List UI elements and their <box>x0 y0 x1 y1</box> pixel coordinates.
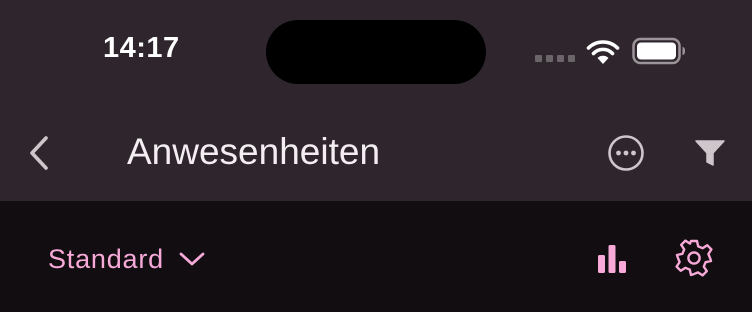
ellipsis-circle-icon[interactable] <box>606 133 646 173</box>
cellular-signal-icon <box>535 55 575 62</box>
view-select[interactable]: Standard <box>48 241 206 277</box>
bar-chart-icon[interactable] <box>596 243 628 275</box>
top-bar: 14:17 Anwesenheiten <box>0 0 752 201</box>
wifi-icon <box>586 40 620 64</box>
battery-icon <box>632 37 685 65</box>
toolbar: Standard <box>0 201 752 312</box>
page-title: Anwesenheiten <box>127 131 381 172</box>
dynamic-island <box>266 20 486 84</box>
filter-icon[interactable] <box>694 138 726 168</box>
gear-icon[interactable] <box>674 238 714 278</box>
app-screen: 14:17 Anwesenheiten Standard <box>0 0 752 312</box>
status-time: 14:17 <box>103 32 180 64</box>
chevron-left-icon[interactable] <box>24 134 54 172</box>
chevron-down-icon <box>179 252 205 266</box>
view-select-value: Standard <box>48 243 164 274</box>
